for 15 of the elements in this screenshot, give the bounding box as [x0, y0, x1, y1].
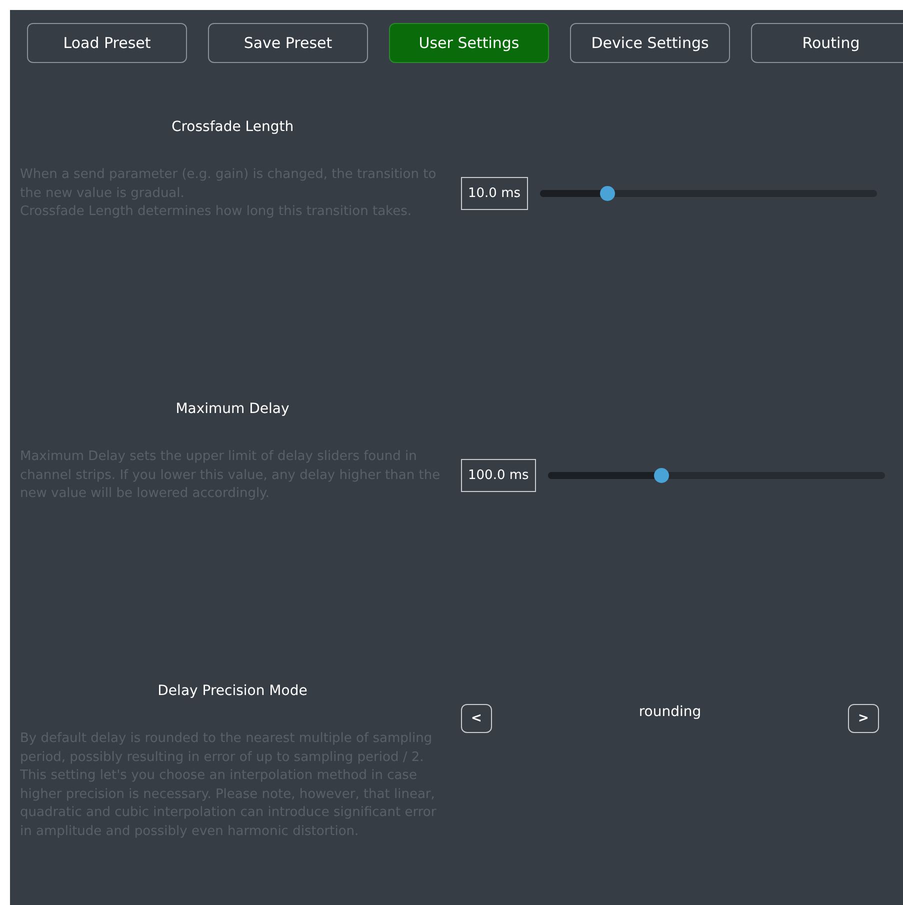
tab-button[interactable]: Device Settings: [570, 23, 730, 63]
tab-button[interactable]: Load Preset: [27, 23, 187, 63]
slider-thumb[interactable]: [654, 468, 669, 484]
slider-thumb[interactable]: [600, 186, 615, 202]
setting-title: Maximum Delay: [176, 400, 290, 419]
setting-title: Crossfade Length: [171, 118, 294, 137]
value-field[interactable]: 10.0 ms: [461, 177, 528, 210]
next-button[interactable]: >: [848, 704, 879, 733]
mode-value: rounding: [638, 703, 702, 722]
tab-button[interactable]: User Settings: [389, 23, 549, 63]
value-field[interactable]: 100.0 ms: [461, 459, 536, 492]
setting-title: Delay Precision Mode: [158, 682, 308, 701]
tab-button[interactable]: Save Preset: [208, 23, 368, 63]
tab-button[interactable]: Routing: [751, 23, 903, 63]
previous-button[interactable]: <: [461, 704, 492, 733]
